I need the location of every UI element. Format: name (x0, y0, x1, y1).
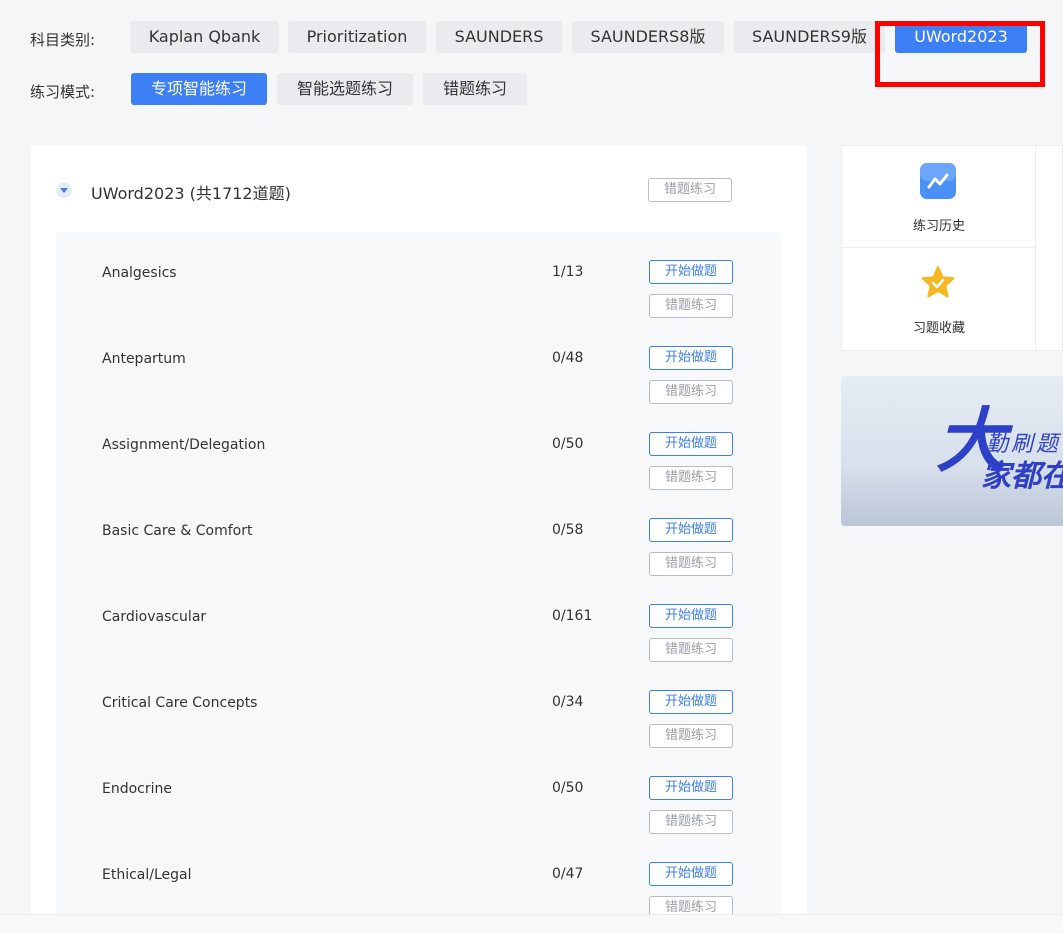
topic-list: Analgesics 1/13 开始做题 错题练习 Antepartum 0/4… (56, 232, 781, 932)
topic-count: 0/34 (552, 694, 584, 710)
start-practice-button[interactable]: 开始做题 (649, 518, 733, 542)
topic-name: Assignment/Delegation (102, 437, 266, 453)
category-chip-saunders[interactable]: SAUNDERS (436, 21, 562, 53)
mode-label: 练习模式: (30, 83, 96, 101)
topic-count: 0/47 (552, 866, 584, 882)
topic-row: Antepartum 0/48 开始做题 错题练习 (56, 318, 781, 404)
start-practice-button[interactable]: 开始做题 (649, 862, 733, 886)
quick-access-grid: 练习历史 习题收藏 (841, 145, 1063, 351)
wrong-practice-button[interactable]: 错题练习 (649, 724, 733, 748)
wrong-practice-button[interactable]: 错题练习 (649, 552, 733, 576)
highlight-box (875, 21, 1045, 87)
mode-chip-smart-select[interactable]: 智能选题练习 (277, 73, 413, 105)
category-chip-saunders8[interactable]: SAUNDERS8版 (572, 21, 724, 53)
topic-count: 0/58 (552, 522, 584, 538)
favorites-card[interactable]: 习题收藏 (842, 248, 1036, 350)
practice-history-card[interactable]: 练习历史 (842, 146, 1036, 248)
topic-row: Ethical/Legal 0/47 开始做题 错题练习 (56, 834, 781, 920)
collapse-icon[interactable] (56, 182, 72, 198)
start-practice-button[interactable]: 开始做题 (649, 432, 733, 456)
start-practice-button[interactable]: 开始做题 (649, 260, 733, 284)
bank-wrong-practice-button[interactable]: 错题练习 (648, 178, 732, 202)
category-label: 科目类别: (30, 31, 96, 49)
wrong-practice-button[interactable]: 错题练习 (649, 380, 733, 404)
topic-row: Cardiovascular 0/161 开始做题 错题练习 (56, 576, 781, 662)
bank-header: UWord2023 (共1712道题) 错题练习 (31, 145, 807, 233)
bank-title: UWord2023 (共1712道题) (91, 184, 291, 203)
topic-name: Cardiovascular (102, 609, 207, 625)
category-chip-prioritization[interactable]: Prioritization (288, 21, 426, 53)
bottom-bar (0, 914, 1063, 933)
category-chip-kaplan[interactable]: Kaplan Qbank (130, 21, 279, 53)
topic-name: Ethical/Legal (102, 867, 192, 883)
topic-name: Basic Care & Comfort (102, 523, 253, 539)
wrong-practice-button[interactable]: 错题练习 (649, 638, 733, 662)
promo-banner[interactable]: 大 勤刷题 家都在 (841, 376, 1063, 526)
topic-row: Critical Care Concepts 0/34 开始做题 错题练习 (56, 662, 781, 748)
topic-row: Endocrine 0/50 开始做题 错题练习 (56, 748, 781, 834)
category-chip-saunders9[interactable]: SAUNDERS9版 (734, 21, 885, 53)
mode-chip-special[interactable]: 专项智能练习 (131, 73, 267, 105)
start-practice-button[interactable]: 开始做题 (649, 690, 733, 714)
topic-count: 0/50 (552, 780, 584, 796)
topic-name: Endocrine (102, 781, 172, 797)
question-bank-panel: UWord2023 (共1712道题) 错题练习 Analgesics 1/13… (31, 145, 807, 932)
topic-count: 1/13 (552, 264, 584, 280)
wrong-practice-button[interactable]: 错题练习 (649, 294, 733, 318)
wrong-practice-button[interactable]: 错题练习 (649, 810, 733, 834)
banner-line-2: 家都在 (981, 459, 1063, 494)
favorites-label: 习题收藏 (912, 321, 965, 336)
trend-chart-icon (920, 163, 956, 199)
start-practice-button[interactable]: 开始做题 (649, 346, 733, 370)
topic-count: 0/50 (552, 436, 584, 452)
practice-history-label: 练习历史 (912, 219, 965, 234)
topic-row: Analgesics 1/13 开始做题 错题练习 (56, 232, 781, 318)
topic-count: 0/48 (552, 350, 584, 366)
topic-name: Analgesics (102, 265, 177, 281)
wrong-practice-button[interactable]: 错题练习 (649, 466, 733, 490)
topic-row: Basic Care & Comfort 0/58 开始做题 错题练习 (56, 490, 781, 576)
topic-row: Assignment/Delegation 0/50 开始做题 错题练习 (56, 404, 781, 490)
start-practice-button[interactable]: 开始做题 (649, 604, 733, 628)
topic-count: 0/161 (552, 608, 593, 624)
mode-chip-wrong[interactable]: 错题练习 (423, 73, 527, 105)
topic-name: Critical Care Concepts (102, 695, 258, 711)
star-icon (921, 266, 955, 298)
start-practice-button[interactable]: 开始做题 (649, 776, 733, 800)
topic-name: Antepartum (102, 351, 186, 367)
